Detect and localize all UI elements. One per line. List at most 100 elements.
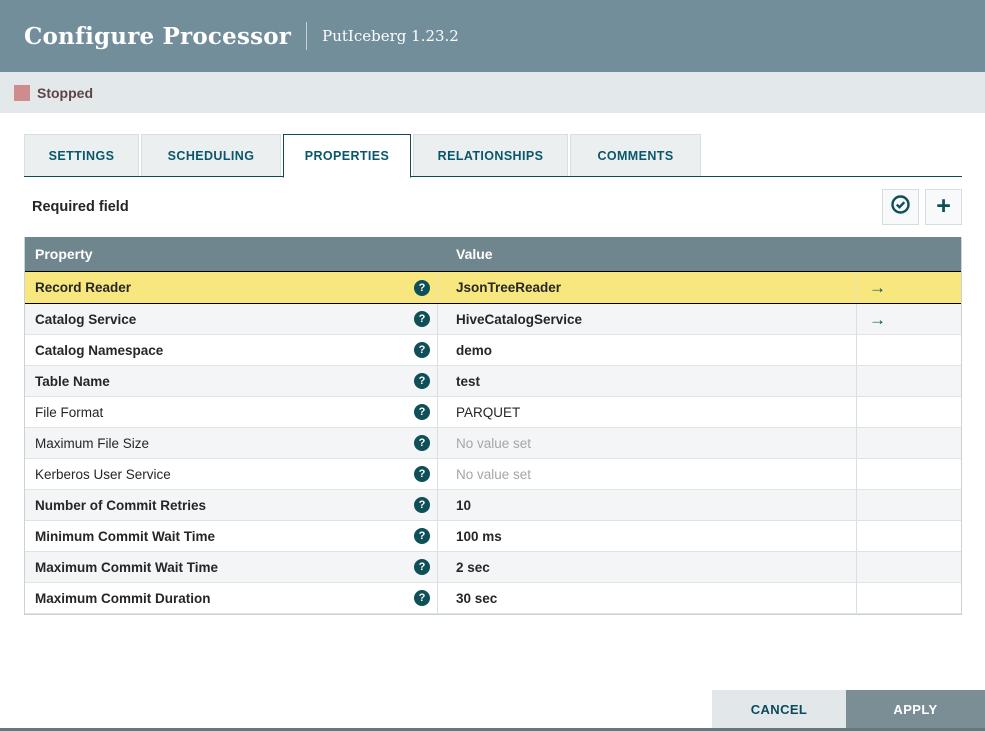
property-name: Maximum Commit Wait Time bbox=[35, 559, 219, 575]
value-cell[interactable]: 30 sec bbox=[438, 583, 857, 613]
value-cell[interactable]: HiveCatalogService bbox=[438, 304, 857, 334]
tab-relationships[interactable]: RELATIONSHIPS bbox=[413, 134, 568, 176]
property-row[interactable]: Record Reader ? JsonTreeReader → bbox=[25, 271, 961, 304]
help-icon[interactable]: ? bbox=[414, 404, 430, 420]
value-cell[interactable]: PARQUET bbox=[438, 397, 857, 427]
go-to-service-arrow-icon[interactable]: → bbox=[869, 311, 886, 328]
help-icon[interactable]: ? bbox=[414, 373, 430, 389]
action-cell: → bbox=[857, 490, 961, 520]
property-value: No value set bbox=[456, 466, 532, 482]
property-row[interactable]: Minimum Commit Wait Time ? 100 ms → bbox=[25, 521, 961, 552]
dialog-title: Configure Processor bbox=[24, 22, 292, 50]
property-cell: Record Reader ? bbox=[25, 272, 438, 303]
help-icon[interactable]: ? bbox=[414, 435, 430, 451]
property-name: Catalog Namespace bbox=[35, 342, 164, 358]
property-value: No value set bbox=[456, 435, 532, 451]
property-row[interactable]: Table Name ? test → bbox=[25, 366, 961, 397]
property-cell: Catalog Service ? bbox=[25, 304, 438, 334]
action-cell: → bbox=[857, 583, 961, 613]
value-cell[interactable]: No value set bbox=[438, 428, 857, 458]
property-name: Minimum Commit Wait Time bbox=[35, 528, 216, 544]
plus-icon: + bbox=[936, 191, 951, 220]
table-header: Property Value bbox=[25, 237, 961, 271]
property-name: Kerberos User Service bbox=[35, 466, 171, 482]
action-cell: → bbox=[857, 397, 961, 427]
tab-bar: SETTINGS SCHEDULING PROPERTIES RELATIONS… bbox=[24, 134, 962, 178]
property-row[interactable]: File Format ? PARQUET → bbox=[25, 397, 961, 428]
property-value: 2 sec bbox=[456, 559, 490, 575]
help-icon[interactable]: ? bbox=[414, 466, 430, 482]
property-row[interactable]: Catalog Namespace ? demo → bbox=[25, 335, 961, 366]
property-name: File Format bbox=[35, 404, 104, 420]
apply-button[interactable]: APPLY bbox=[846, 690, 985, 728]
properties-table: Property Value Record Reader ? JsonTreeR… bbox=[24, 237, 962, 615]
property-cell: Number of Commit Retries ? bbox=[25, 490, 438, 520]
properties-toolbar: Required field + bbox=[24, 177, 962, 237]
property-value: demo bbox=[456, 342, 493, 358]
property-cell: Minimum Commit Wait Time ? bbox=[25, 521, 438, 551]
help-icon[interactable]: ? bbox=[414, 559, 430, 575]
property-row[interactable]: Maximum Commit Wait Time ? 2 sec → bbox=[25, 552, 961, 583]
status-label: Stopped bbox=[37, 84, 93, 101]
property-name: Catalog Service bbox=[35, 311, 137, 327]
cancel-button[interactable]: CANCEL bbox=[712, 690, 846, 728]
toolbar-buttons: + bbox=[876, 189, 962, 225]
value-cell[interactable]: test bbox=[438, 366, 857, 396]
required-field-label: Required field bbox=[32, 199, 129, 215]
property-row[interactable]: Number of Commit Retries ? 10 → bbox=[25, 490, 961, 521]
property-row[interactable]: Catalog Service ? HiveCatalogService → bbox=[25, 304, 961, 335]
value-cell[interactable]: 10 bbox=[438, 490, 857, 520]
property-value: PARQUET bbox=[456, 404, 521, 420]
dialog-header: Configure Processor PutIceberg 1.23.2 bbox=[0, 0, 985, 72]
add-property-button[interactable]: + bbox=[925, 189, 962, 225]
action-cell: → bbox=[857, 552, 961, 582]
value-cell[interactable]: demo bbox=[438, 335, 857, 365]
tab-comments[interactable]: COMMENTS bbox=[570, 134, 701, 176]
help-icon[interactable]: ? bbox=[414, 528, 430, 544]
tab-settings[interactable]: SETTINGS bbox=[24, 134, 139, 176]
value-cell[interactable]: 100 ms bbox=[438, 521, 857, 551]
dialog-footer: CANCEL APPLY bbox=[712, 690, 985, 728]
property-value: 100 ms bbox=[456, 528, 502, 544]
action-cell: → bbox=[857, 304, 961, 334]
verify-properties-button[interactable] bbox=[882, 189, 919, 225]
property-name: Number of Commit Retries bbox=[35, 497, 207, 513]
action-cell: → bbox=[857, 335, 961, 365]
go-to-service-arrow-icon[interactable]: → bbox=[869, 279, 886, 296]
circle-check-icon bbox=[890, 194, 911, 220]
action-cell: → bbox=[857, 459, 961, 489]
property-value: 10 bbox=[456, 497, 472, 513]
processor-type-version: PutIceberg 1.23.2 bbox=[322, 27, 459, 45]
property-value: HiveCatalogService bbox=[456, 311, 583, 327]
help-icon[interactable]: ? bbox=[414, 279, 430, 296]
action-cell: → bbox=[857, 366, 961, 396]
property-cell: Table Name ? bbox=[25, 366, 438, 396]
property-cell: Maximum File Size ? bbox=[25, 428, 438, 458]
value-cell[interactable]: No value set bbox=[438, 459, 857, 489]
property-cell: Catalog Namespace ? bbox=[25, 335, 438, 365]
property-name: Maximum Commit Duration bbox=[35, 590, 211, 606]
tab-scheduling[interactable]: SCHEDULING bbox=[141, 134, 281, 176]
help-icon[interactable]: ? bbox=[414, 311, 430, 327]
help-icon[interactable]: ? bbox=[414, 497, 430, 513]
column-header-value: Value bbox=[456, 246, 493, 262]
property-value: test bbox=[456, 373, 481, 389]
property-row[interactable]: Maximum Commit Duration ? 30 sec → bbox=[25, 583, 961, 614]
property-row[interactable]: Kerberos User Service ? No value set → bbox=[25, 459, 961, 490]
tab-properties[interactable]: PROPERTIES bbox=[283, 134, 411, 178]
property-cell: Kerberos User Service ? bbox=[25, 459, 438, 489]
help-icon[interactable]: ? bbox=[414, 342, 430, 358]
property-cell: File Format ? bbox=[25, 397, 438, 427]
action-cell: → bbox=[857, 428, 961, 458]
property-row[interactable]: Maximum File Size ? No value set → bbox=[25, 428, 961, 459]
help-icon[interactable]: ? bbox=[414, 590, 430, 606]
property-value: JsonTreeReader bbox=[456, 280, 562, 295]
table-body: Record Reader ? JsonTreeReader → Catalog… bbox=[25, 271, 961, 614]
value-cell[interactable]: JsonTreeReader bbox=[438, 272, 857, 303]
column-header-property: Property bbox=[35, 246, 93, 262]
property-name: Maximum File Size bbox=[35, 435, 150, 451]
action-cell: → bbox=[857, 521, 961, 551]
stopped-icon bbox=[14, 84, 30, 101]
property-name: Table Name bbox=[35, 373, 110, 389]
value-cell[interactable]: 2 sec bbox=[438, 552, 857, 582]
